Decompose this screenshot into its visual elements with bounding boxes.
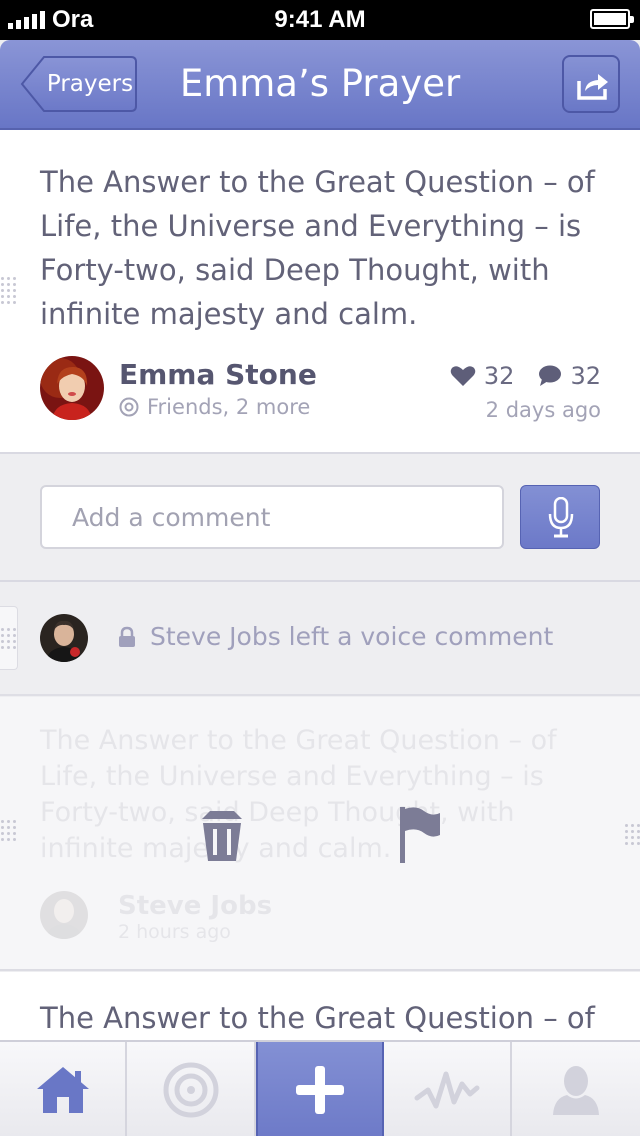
tab-activity[interactable] <box>384 1042 512 1136</box>
comment-count: 32 <box>570 362 601 390</box>
drag-handle[interactable] <box>0 606 18 670</box>
delete-button[interactable] <box>196 807 248 863</box>
share-button[interactable] <box>562 55 620 113</box>
prayer-text: The Answer to the Great Question – of Li… <box>40 165 595 331</box>
home-icon <box>36 1067 89 1113</box>
flag-icon <box>400 807 440 863</box>
status-bar: Ora 9:41 AM <box>0 0 640 40</box>
comment-preview: The Answer to the Great Question – of Li… <box>0 697 640 969</box>
commenter-name: Steve Jobs <box>118 891 273 921</box>
comment-icon[interactable] <box>538 365 562 387</box>
navigation-bar: Prayers Emma’s Prayer <box>0 40 640 130</box>
author-avatar[interactable] <box>40 356 104 420</box>
comment-input[interactable] <box>40 485 504 549</box>
back-button[interactable]: Prayers <box>20 55 138 113</box>
comment-text: The Answer to the Great Question – of Li… <box>40 725 557 864</box>
plus-icon <box>296 1066 344 1114</box>
tab-new-prayer[interactable] <box>256 1042 384 1136</box>
commenter-avatar[interactable] <box>40 614 88 662</box>
drag-handle[interactable] <box>0 810 16 850</box>
audience-info: Friends, 2 more <box>119 395 310 419</box>
prayer-card[interactable]: The Answer to the Great Question – of Li… <box>0 130 640 454</box>
audience-label: Friends, 2 more <box>147 395 311 419</box>
trash-icon <box>202 811 242 861</box>
drag-handle[interactable] <box>624 814 640 854</box>
tab-profile[interactable] <box>512 1042 640 1136</box>
voice-comment-text: Steve Jobs left a voice comment <box>118 622 553 651</box>
back-button-label: Prayers <box>46 71 134 97</box>
comment-composer <box>0 456 640 582</box>
author-name[interactable]: Emma Stone <box>119 358 317 391</box>
tab-home[interactable] <box>0 1042 127 1136</box>
voice-comment-item[interactable]: Steve Jobs left a voice comment <box>0 584 640 696</box>
commenter-avatar <box>40 891 88 939</box>
activity-icon <box>414 1071 480 1109</box>
swiped-comment[interactable]: The Answer to the Great Question – of Li… <box>0 697 640 971</box>
prayer-stats: 32 32 <box>450 362 601 390</box>
page-title: Emma’s Prayer <box>179 62 461 105</box>
status-time: 9:41 AM <box>274 6 366 33</box>
heart-icon[interactable] <box>450 365 476 387</box>
microphone-icon <box>548 497 574 538</box>
share-icon <box>577 74 608 100</box>
tab-circles[interactable] <box>127 1042 256 1136</box>
lock-icon <box>119 626 135 647</box>
voice-comment-label: Steve Jobs left a voice comment <box>150 622 554 651</box>
tab-bar <box>0 1040 640 1136</box>
target-icon <box>119 397 139 417</box>
drag-handle[interactable] <box>0 270 16 310</box>
person-icon <box>553 1066 599 1115</box>
comment-timestamp: 2 hours ago <box>118 921 231 943</box>
target-icon <box>163 1062 218 1118</box>
report-button[interactable] <box>394 805 446 865</box>
like-count: 32 <box>483 362 515 390</box>
prayer-timestamp: 2 days ago <box>485 398 601 422</box>
voice-comment-button[interactable] <box>520 485 600 549</box>
battery-icon <box>590 9 634 29</box>
